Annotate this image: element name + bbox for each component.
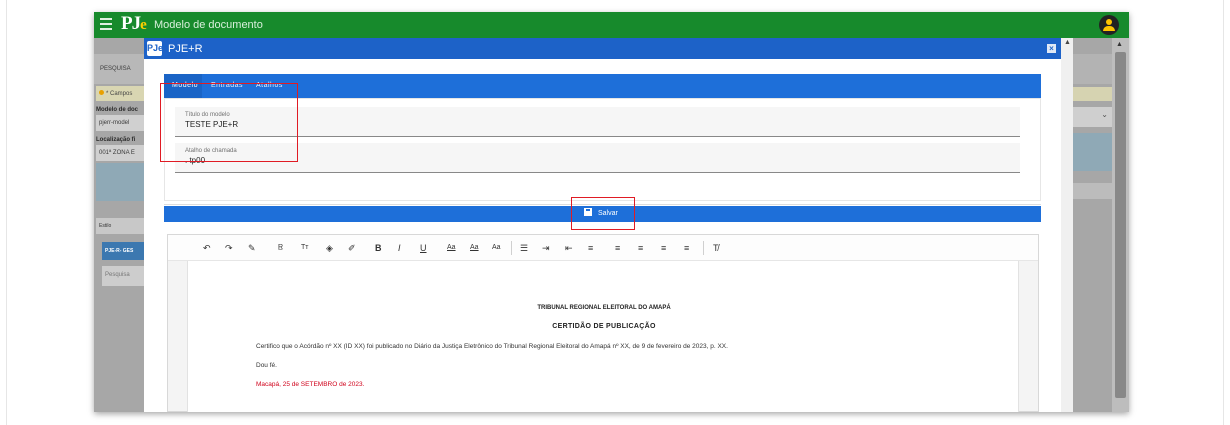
document-paragraph: Certifico que o Acórdão nº XX (ID XX) fo… bbox=[256, 343, 728, 350]
application-window: PJe Modelo de documento PESQUISA * Campo… bbox=[94, 12, 1129, 412]
document-paragraph: Dou fé. bbox=[256, 362, 277, 369]
indent-icon[interactable]: ⇥ bbox=[542, 241, 550, 255]
pje-logo: PJe bbox=[121, 13, 147, 34]
document-heading: TRIBUNAL REGIONAL ELEITORAL DO AMAPÁ bbox=[537, 305, 671, 311]
toolbar-separator bbox=[703, 241, 704, 255]
scrollbar-thumb[interactable] bbox=[1115, 52, 1126, 398]
shortcut-field[interactable]: Atalho de chamada . tp00 bbox=[175, 143, 1020, 173]
model-title-field[interactable]: Título do modelo TESTE PJE+R bbox=[175, 107, 1020, 137]
align-center-icon[interactable]: ≡ bbox=[638, 241, 643, 255]
modal-header: PJe PJE+R × bbox=[144, 38, 1061, 59]
top-app-bar: PJe Modelo de documento bbox=[94, 12, 1129, 38]
document-date: Macapá, 25 de SETEMBRO de 2023. bbox=[256, 381, 365, 388]
redo-icon[interactable]: ↷ bbox=[225, 241, 233, 255]
background-form: * Campos Modelo de doc pjerr-model Local… bbox=[96, 86, 144, 161]
clear-format-icon[interactable]: T̸ bbox=[713, 241, 719, 255]
model-form-panel: Título do modelo TESTE PJE+R Atalho de c… bbox=[160, 83, 1041, 201]
document-title: CERTIDÃO DE PUBLICAÇÃO bbox=[552, 323, 656, 330]
user-avatar-icon[interactable] bbox=[1099, 15, 1119, 35]
background-search-input[interactable]: Pesquisa bbox=[102, 266, 144, 286]
editor-toolbar: ↶ ↷ ✎ R̲ Tт ◈ ✐ B I U Aa Aa Aa ☰ ⇥ ⇤ ≡ ≡… bbox=[168, 235, 1038, 261]
hamburger-menu-icon[interactable] bbox=[100, 18, 112, 30]
underline-icon[interactable]: U bbox=[420, 241, 427, 255]
page-scrollbar[interactable]: ▲ bbox=[1112, 38, 1129, 412]
background-tab[interactable]: PESQUISA bbox=[94, 54, 146, 84]
location-input[interactable]: 001ª ZONA E bbox=[96, 145, 144, 161]
toolbar-separator bbox=[511, 241, 512, 255]
background-info-panel bbox=[96, 163, 144, 201]
italic-icon[interactable]: I bbox=[398, 241, 401, 255]
align-right-icon[interactable]: ≡ bbox=[661, 241, 666, 255]
text-size-icon[interactable]: Tт bbox=[301, 241, 308, 255]
font-style-icon[interactable]: Aa bbox=[447, 241, 456, 255]
page-title: Modelo de documento bbox=[154, 19, 263, 31]
magic-wand-icon[interactable]: ✎ bbox=[248, 241, 256, 255]
model-input[interactable]: pjerr-model bbox=[96, 115, 144, 131]
pen-color-icon[interactable]: ✐ bbox=[348, 241, 356, 255]
background-style-toolbar[interactable]: Estilo bbox=[96, 218, 144, 234]
highlight-box-fields bbox=[160, 83, 298, 162]
case-icon[interactable]: Aa bbox=[492, 241, 501, 255]
pje-r-logo-icon: PJe bbox=[147, 41, 163, 56]
rich-text-editor: ↶ ↷ ✎ R̲ Tт ◈ ✐ B I U Aa Aa Aa ☰ ⇥ ⇤ ≡ ≡… bbox=[167, 234, 1039, 412]
subscript-icon[interactable]: Aa bbox=[470, 241, 479, 255]
model-label: Modelo de doc bbox=[96, 107, 138, 113]
close-icon[interactable]: × bbox=[1047, 44, 1056, 53]
first-line-indent-icon[interactable]: ☰ bbox=[520, 241, 528, 255]
bold-icon[interactable]: B bbox=[375, 241, 382, 255]
highlight-box-save bbox=[571, 197, 635, 230]
scroll-up-icon[interactable]: ▲ bbox=[1116, 41, 1123, 48]
align-left-icon[interactable]: ≡ bbox=[615, 241, 620, 255]
fill-color-icon[interactable]: ◈ bbox=[326, 241, 333, 255]
scroll-up-icon[interactable]: ▲ bbox=[1064, 39, 1071, 46]
required-fields-alert: * Campos bbox=[96, 86, 144, 101]
location-label: Localização fi bbox=[96, 137, 136, 143]
undo-icon[interactable]: ↶ bbox=[203, 241, 211, 255]
modal-title: PJE+R bbox=[168, 43, 203, 55]
background-chip[interactable]: PJE-R- GES bbox=[102, 242, 144, 260]
warning-icon bbox=[99, 90, 104, 95]
chevron-down-icon: ⌄ bbox=[1101, 110, 1108, 119]
align-justify-icon[interactable]: ≡ bbox=[684, 241, 689, 255]
document-page[interactable]: TRIBUNAL REGIONAL ELEITORAL DO AMAPÁ CER… bbox=[187, 261, 1019, 412]
modal-scrollbar[interactable]: ▲ bbox=[1061, 38, 1073, 412]
line-spacing-icon[interactable]: ≡ bbox=[588, 241, 593, 255]
format-paragraph-icon[interactable]: R̲ bbox=[278, 241, 283, 255]
outdent-icon[interactable]: ⇤ bbox=[565, 241, 573, 255]
pje-r-modal: PJe PJE+R × Modelo Entradas Atalhos Títu… bbox=[144, 38, 1061, 412]
